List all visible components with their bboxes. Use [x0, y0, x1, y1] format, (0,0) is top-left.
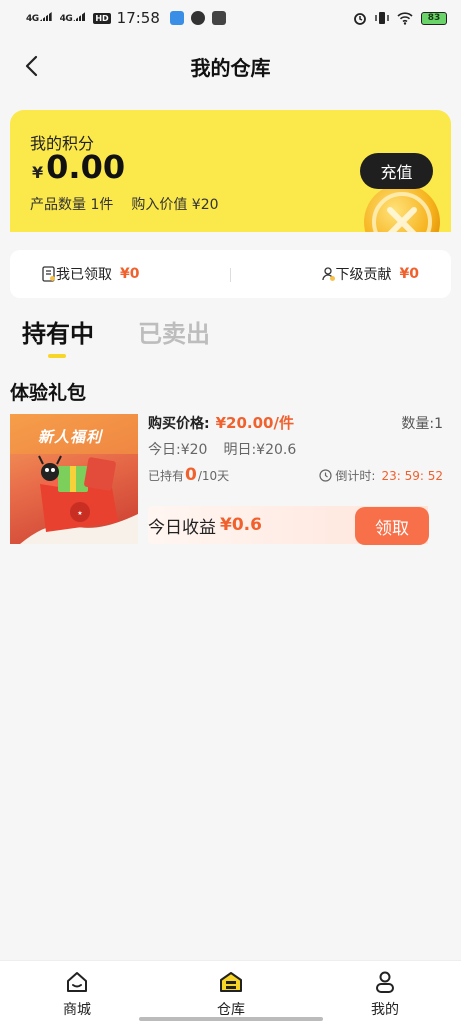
- home-icon: [67, 972, 87, 992]
- countdown: 倒计时: 23: 59: 52: [319, 467, 443, 484]
- points-meta: 产品数量 1件 购入价值 ¥20: [30, 194, 219, 214]
- taobao-notification-icon: [211, 11, 226, 25]
- nav-bar: 我的仓库: [0, 40, 461, 92]
- product-count: 产品数量 1件: [30, 197, 114, 213]
- vibrate-icon: [375, 12, 389, 24]
- purchase-value: 购入价值 ¥20: [131, 197, 219, 213]
- recharge-button[interactable]: 充值: [360, 153, 433, 189]
- home-indicator[interactable]: [139, 1017, 323, 1021]
- points-card: 我的积分 ¥ 0.00 产品数量 1件 购入价值 ¥20 充值: [10, 110, 451, 232]
- signal-indicator-2: 4G: [60, 12, 86, 24]
- nav-item-mall[interactable]: 商城: [37, 971, 117, 1019]
- received-amount: ¥0: [120, 266, 140, 282]
- status-time: 17:58: [116, 9, 160, 27]
- today-price: 今日:¥20: [148, 442, 208, 458]
- price-value: ¥20.00/件: [215, 414, 294, 432]
- battery-indicator: 83: [421, 11, 447, 25]
- clock-icon: [319, 469, 333, 482]
- quantity: 数量:1: [401, 416, 443, 432]
- tab-bar: 持有中 已卖出: [0, 310, 461, 362]
- warehouse-icon: [220, 972, 242, 992]
- alarm-icon: [354, 13, 366, 25]
- received-summary[interactable]: 我已领取 ¥0: [42, 264, 139, 284]
- tomorrow-price: 明日:¥20.6: [223, 442, 297, 458]
- countdown-value: 23: 59: 52: [381, 468, 443, 483]
- chevron-left-icon: [25, 55, 38, 77]
- points-value: ¥ 0.00: [32, 148, 125, 186]
- hd-badge: HD: [93, 12, 111, 24]
- contribution-label: 下级贡献: [335, 267, 392, 283]
- page-title: 我的仓库: [190, 55, 271, 80]
- coin-icon: [364, 184, 440, 232]
- user-coin-icon: [321, 267, 335, 281]
- receipt-icon: [42, 266, 55, 282]
- product-item: ★ 新人福利 购买价格: ¥20.00/件 数量:1 今日:¥20 明日:¥20…: [10, 412, 451, 545]
- wifi-icon: [397, 11, 413, 25]
- day-price-row: 今日:¥20 明日:¥20.6: [148, 439, 296, 459]
- hold-prefix: 已持有: [148, 469, 185, 483]
- bottom-nav: 商城 仓库 我的: [0, 960, 461, 1024]
- nav-label-me: 我的: [371, 1002, 399, 1018]
- summary-card: 我已领取 ¥0 下级贡献 ¥0: [10, 250, 451, 298]
- earnings-label: 今日收益: [148, 517, 216, 538]
- nav-item-warehouse[interactable]: 仓库: [191, 971, 271, 1019]
- status-bar: 4G 4G HD 17:58 83: [0, 0, 461, 36]
- summary-divider: [230, 268, 231, 282]
- product-image[interactable]: ★ 新人福利: [10, 414, 138, 544]
- points-currency: ¥: [32, 163, 44, 182]
- nav-label-mall: 商城: [63, 1002, 91, 1018]
- svg-text:★: ★: [77, 510, 82, 517]
- received-label: 我已领取: [56, 267, 112, 283]
- price-label: 购买价格:: [148, 416, 210, 432]
- nav-label-warehouse: 仓库: [217, 1002, 245, 1018]
- contribution-summary[interactable]: 下级贡献 ¥0: [321, 264, 419, 284]
- hold-row: 已持有 0 /10天: [148, 465, 229, 485]
- user-icon: [376, 971, 394, 993]
- contribution-amount: ¥0: [399, 266, 419, 282]
- product-image-text: 新人福利: [38, 428, 103, 446]
- earnings-value: ¥0.6: [220, 515, 262, 535]
- nav-item-me[interactable]: 我的: [345, 971, 425, 1019]
- claim-button[interactable]: 领取: [355, 507, 429, 545]
- price-row: 购买价格: ¥20.00/件: [148, 412, 294, 433]
- tab-sold[interactable]: 已卖出: [138, 314, 210, 349]
- tab-holding[interactable]: 持有中: [22, 314, 94, 349]
- signal-indicator-1: 4G: [26, 12, 52, 24]
- countdown-label: 倒计时:: [335, 469, 376, 483]
- section-title: 体验礼包: [10, 382, 87, 404]
- tab-indicator: [48, 354, 66, 358]
- back-button[interactable]: [16, 50, 48, 82]
- points-amount: 0.00: [46, 148, 126, 186]
- hold-days: 0: [185, 465, 197, 485]
- message-notification-icon: [190, 11, 205, 25]
- hold-suffix: /10天: [197, 469, 230, 483]
- app-notification-icon: [169, 11, 184, 25]
